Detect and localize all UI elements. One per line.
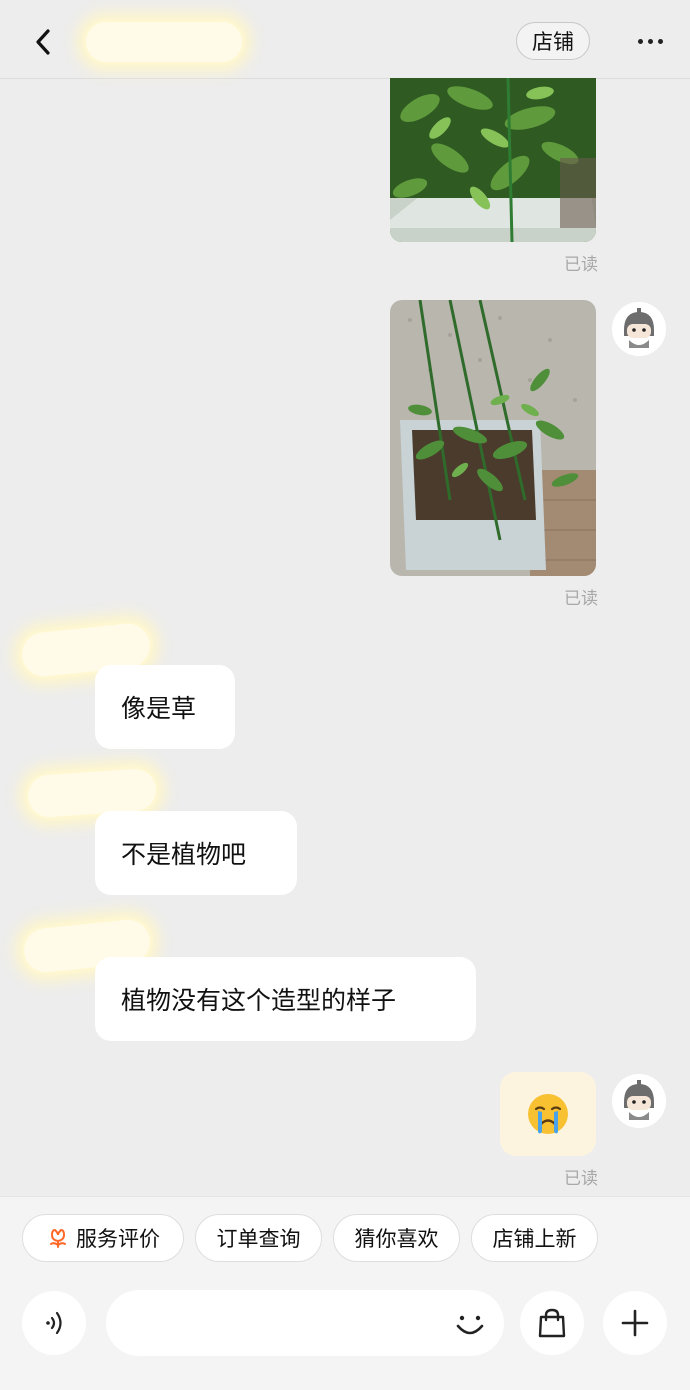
chip-label: 订单查询 <box>216 1227 301 1251</box>
voice-icon <box>46 1311 62 1335</box>
shop-button[interactable]: 店铺 <box>516 22 590 60</box>
my-avatar[interactable] <box>612 302 666 356</box>
emoji-button[interactable] <box>446 1300 494 1348</box>
more-dots-icon <box>637 38 663 44</box>
chip-label: 猜你喜欢 <box>354 1227 439 1251</box>
chip-label: 服务评价 <box>76 1227 160 1251</box>
voice-input-button[interactable] <box>22 1291 86 1355</box>
message-input[interactable] <box>106 1290 504 1356</box>
read-receipt: 已读 <box>564 589 598 609</box>
crying-face-icon <box>528 1094 568 1134</box>
quick-action-order-query[interactable]: 订单查询 <box>195 1214 322 1262</box>
message-text: 植物没有这个造型的样子 <box>121 986 397 1015</box>
read-receipt: 已读 <box>564 255 598 275</box>
message-text: 不是植物吧 <box>121 840 247 869</box>
incoming-message-bubble: 植物没有这个造型的样子 <box>95 957 476 1041</box>
quick-action-guess-you-like[interactable]: 猜你喜欢 <box>333 1214 460 1262</box>
flower-icon <box>50 1228 66 1248</box>
shopping-bag-button[interactable] <box>520 1291 584 1355</box>
chevron-left-icon <box>36 29 50 55</box>
more-options-button[interactable] <box>630 26 670 56</box>
back-button[interactable] <box>26 22 60 62</box>
avatar-character-icon <box>612 302 666 356</box>
quick-action-service-rating[interactable]: 服务评价 <box>22 1214 184 1262</box>
read-receipt: 已读 <box>564 1169 598 1189</box>
plus-icon <box>621 1309 649 1337</box>
incoming-message-bubble: 不是植物吧 <box>95 811 297 895</box>
sent-photo-plant-1[interactable] <box>390 78 596 242</box>
smiley-icon <box>456 1315 484 1335</box>
sent-emoji-bubble <box>500 1072 596 1156</box>
shop-button-label: 店铺 <box>532 30 574 54</box>
redacted-contact-name <box>86 22 242 62</box>
shopping-bag-icon <box>538 1308 566 1338</box>
avatar-character-icon <box>612 1074 666 1128</box>
more-plus-button[interactable] <box>603 1291 667 1355</box>
my-avatar[interactable] <box>612 1074 666 1128</box>
chip-label: 店铺上新 <box>492 1227 577 1251</box>
sent-photo-plant-2[interactable] <box>390 300 596 576</box>
quick-action-shop-new[interactable]: 店铺上新 <box>471 1214 598 1262</box>
message-text: 像是草 <box>121 694 197 723</box>
incoming-message-bubble: 像是草 <box>95 665 235 749</box>
